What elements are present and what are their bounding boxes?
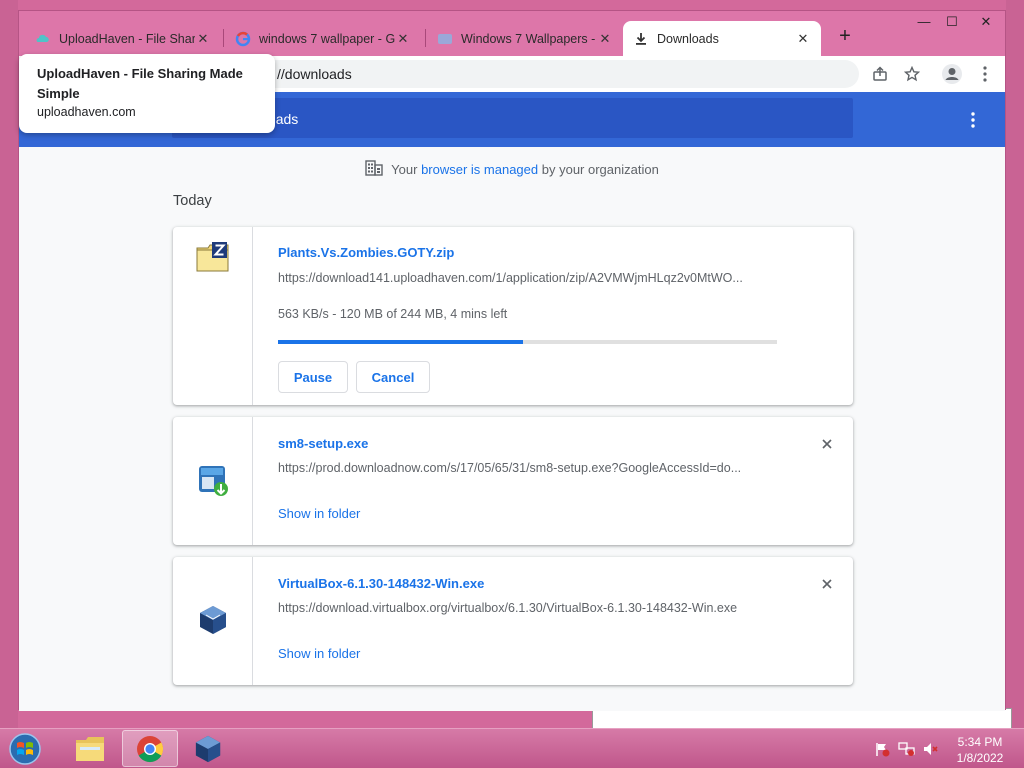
tab-google-search[interactable]: windows 7 wallpaper - Google Search ✕ [225,21,421,56]
profile-avatar-icon[interactable] [940,62,964,86]
section-today: Today [173,193,212,209]
managed-link[interactable]: browser is managed [421,162,538,177]
download-status-text: 563 KB/s - 120 MB of 244 MB, 4 mins left [278,307,508,321]
tab-close-icon[interactable]: ✕ [795,31,811,47]
clock-date: 1/8/2022 [956,751,1004,765]
download-filename-link[interactable]: VirtualBox-6.1.30-148432-Win.exe [278,576,484,591]
tab-close-icon[interactable]: ✕ [597,31,613,47]
network-icon[interactable] [898,741,915,757]
tab-close-icon[interactable]: ✕ [395,31,411,47]
maximize-button[interactable]: ☐ [937,11,967,33]
download-file-icon-column [173,227,253,405]
chrome-icon [137,735,164,762]
tab-separator [223,29,224,47]
new-tab-button[interactable]: + [833,25,857,49]
iobit-installer-icon [196,463,230,500]
tab-separator [425,29,426,47]
volume-muted-icon[interactable] [922,741,938,757]
tab-hover-card: UploadHaven - File Sharing Made Simple u… [19,54,275,133]
browser-menu-icon[interactable] [973,62,997,86]
system-clock[interactable]: 5:34 PM 1/8/2022 [950,734,1010,766]
download-icon [633,31,649,47]
tab-close-icon[interactable]: ✕ [195,31,211,47]
remove-download-close-icon[interactable] [819,576,835,592]
download-source-url[interactable]: https://download.virtualbox.org/virtualb… [278,601,778,615]
show-in-folder-link[interactable]: Show in folder [278,506,360,521]
tab-title: Windows 7 Wallpapers - Wallpaper Cave [461,31,597,46]
folder-icon [76,736,104,761]
windows-orb-icon [9,733,41,765]
taskbar-explorer[interactable] [62,730,118,767]
wallpaper-cave-favicon-icon [437,31,453,47]
tab-downloads[interactable]: Downloads ✕ [623,21,821,56]
download-item: sm8-setup.exe https://prod.downloadnow.c… [173,417,853,545]
managed-notice: Your browser is managed by your organiza… [19,160,1005,179]
download-filename-link[interactable]: Plants.Vs.Zombies.GOTY.zip [278,245,454,260]
pause-button[interactable]: Pause [278,361,348,393]
virtualbox-icon [198,604,228,639]
downloads-page: Downloads Your browser is managed by you… [19,92,1005,711]
download-filename-link[interactable]: sm8-setup.exe [278,436,368,451]
download-item: VirtualBox-6.1.30-148432-Win.exe https:/… [173,557,853,685]
building-icon [365,160,383,179]
close-window-button[interactable]: ✕ [971,11,1001,33]
zip-file-icon [196,241,230,276]
more-actions-icon[interactable] [963,110,983,130]
cancel-button[interactable]: Cancel [356,361,430,393]
hover-card-title: UploadHaven - File Sharing Made Simple [37,66,243,101]
download-file-icon-column [173,417,253,545]
tab-uploadhaven[interactable]: UploadHaven - File Sharing Made Simple ✕ [25,21,221,56]
desktop-left-edge [0,0,18,728]
uploadhaven-favicon-icon [35,31,51,47]
managed-suffix: by your organization [541,162,659,177]
bookmark-star-icon[interactable] [900,62,924,86]
start-button[interactable] [5,731,45,767]
show-in-folder-link[interactable]: Show in folder [278,646,360,661]
share-icon[interactable] [868,62,892,86]
hover-card-domain: uploadhaven.com [37,105,136,119]
tab-wallpaper-cave[interactable]: Windows 7 Wallpapers - Wallpaper Cave ✕ [427,21,623,56]
tab-strip: UploadHaven - File Sharing Made Simple ✕… [19,11,1005,56]
download-item: Plants.Vs.Zombies.GOTY.zip https://downl… [173,227,853,405]
action-center-flag-icon[interactable] [874,741,890,757]
remove-download-close-icon[interactable] [819,436,835,452]
download-source-url[interactable]: https://download141.uploadhaven.com/1/ap… [278,271,778,285]
managed-prefix: Your [391,162,418,177]
desktop-right-edge [1006,0,1024,728]
taskbar-virtualbox[interactable] [180,730,236,767]
tab-title: UploadHaven - File Sharing Made Simple [59,31,195,46]
clock-time: 5:34 PM [957,735,1003,749]
google-favicon-icon [235,31,251,47]
download-progress-bar [278,340,777,344]
virtualbox-taskbar-icon [195,735,221,762]
download-file-icon-column [173,557,253,685]
minimize-button[interactable]: — [909,11,939,33]
tab-title: Downloads [657,31,719,46]
download-progress-fill [278,340,523,344]
taskbar: 5:34 PM 1/8/2022 [0,728,1024,768]
taskbar-chrome[interactable] [122,730,178,767]
tab-title: windows 7 wallpaper - Google Search [259,31,395,46]
download-source-url[interactable]: https://prod.downloadnow.com/s/17/05/65/… [278,461,778,475]
